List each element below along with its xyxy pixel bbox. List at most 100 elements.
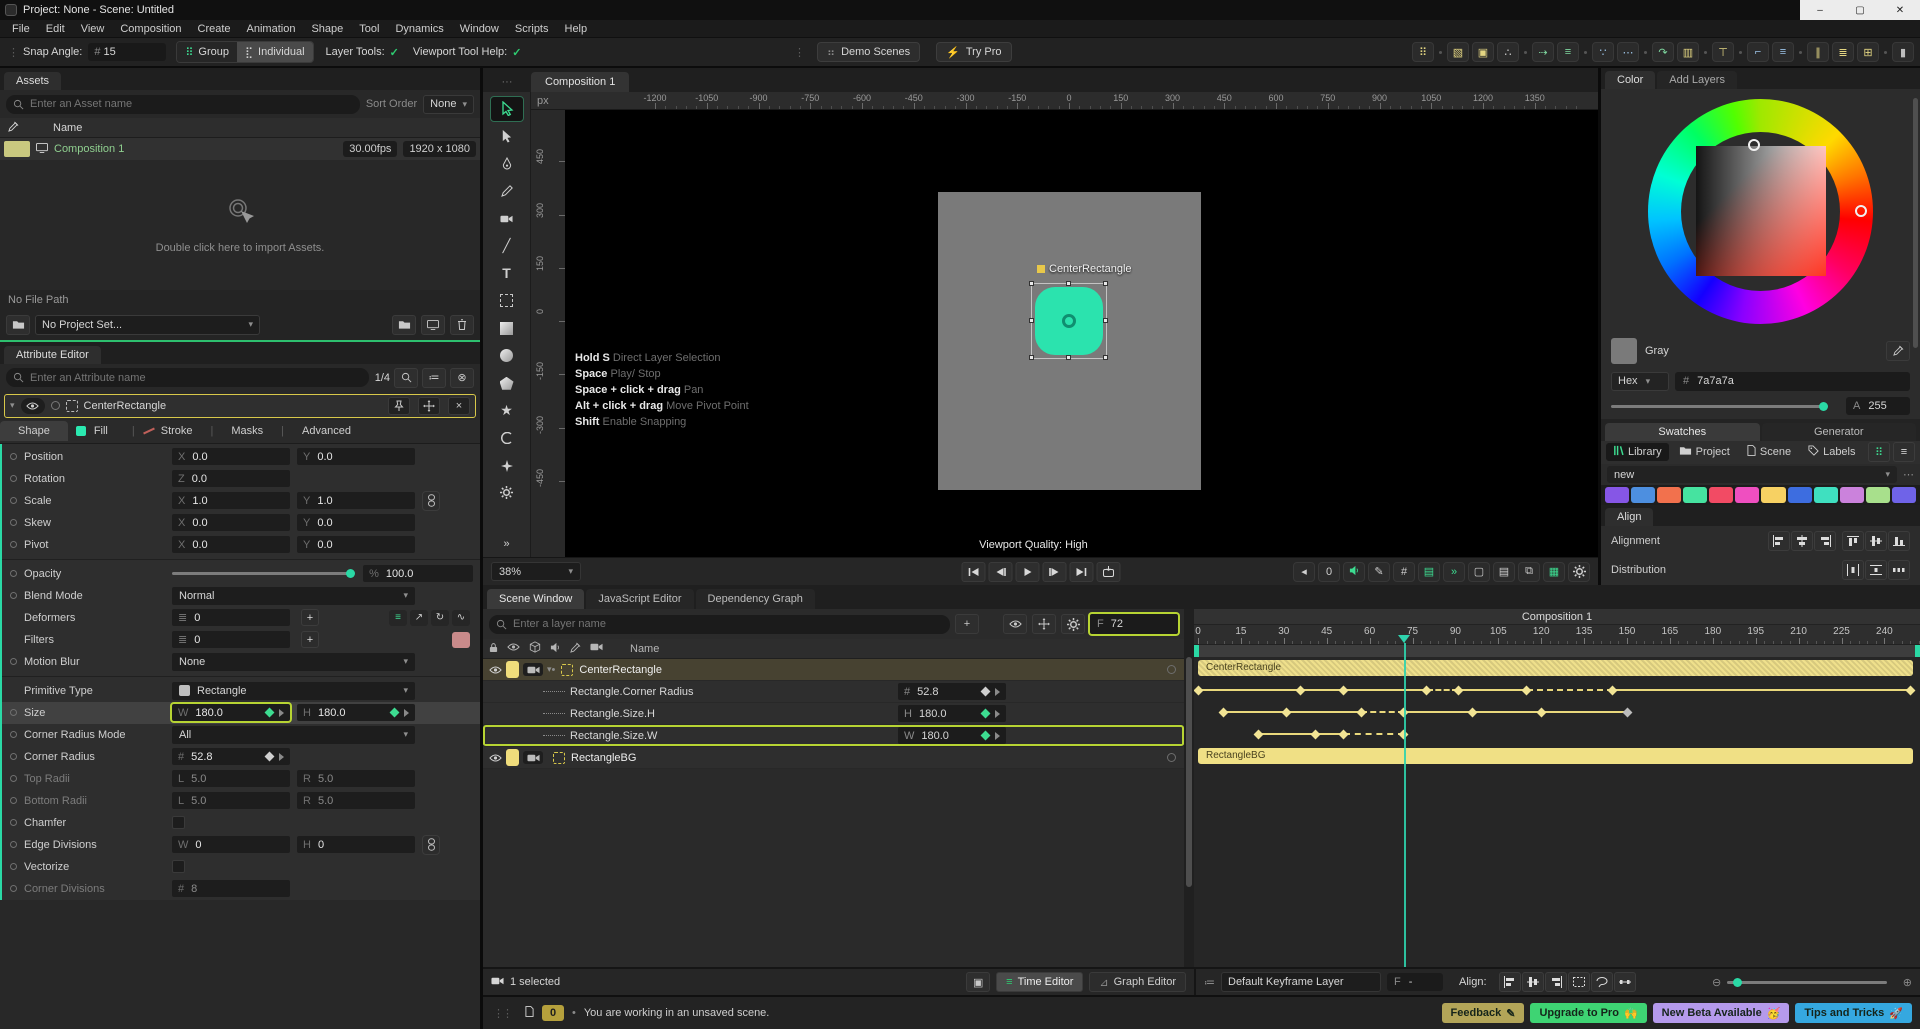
value-field[interactable]: % 100.0 (363, 565, 473, 582)
badge-tips-and-tricks[interactable]: Tips and Tricks 🚀 (1795, 1003, 1912, 1023)
keyframe-diamond[interactable] (1421, 685, 1432, 695)
palette-swatch-11[interactable] (1891, 487, 1916, 504)
keyframe-toggle-icon[interactable] (10, 731, 17, 738)
keyframe-diamond[interactable] (1536, 707, 1547, 717)
menu-dynamics[interactable]: Dynamics (387, 23, 451, 35)
timeline-tab-scene-window[interactable]: Scene Window (487, 589, 585, 609)
keyframe-toggle-icon[interactable] (10, 497, 17, 504)
ellipsis-icon[interactable]: ⋯ (1617, 42, 1639, 62)
align-middle-icon[interactable] (1521, 972, 1544, 992)
go-to-end-button[interactable] (1069, 561, 1093, 582)
menu-edit[interactable]: Edit (38, 23, 73, 35)
graph-editor-button[interactable]: ⊿ Graph Editor (1089, 972, 1186, 992)
layer-bar-rectanglebg[interactable]: RectangleBG (1198, 748, 1913, 764)
menu-create[interactable]: Create (190, 23, 239, 35)
keyframe-toggle-icon[interactable] (10, 592, 17, 599)
keyframe-toggle-icon[interactable] (10, 841, 17, 848)
particles-icon[interactable]: ∴ (1497, 42, 1519, 62)
asset-search-input[interactable] (6, 94, 360, 114)
distribute-v-icon[interactable] (1865, 560, 1887, 581)
align-center-h-icon[interactable] (1791, 531, 1813, 552)
frame-ruler[interactable]: 0 15 30 45 60 75 90 105 120 135 150 165 180 195 210 225… (1194, 625, 1920, 645)
selected-layer-header[interactable]: ▾ CenterRectangle × (4, 393, 476, 418)
library-tab-library[interactable]: Library (1606, 443, 1669, 462)
ellipse-tool[interactable] (490, 343, 524, 368)
keyframe-diamond[interactable] (1218, 707, 1229, 717)
value-field[interactable]: #8 (172, 880, 290, 897)
rotate-arc-icon[interactable]: ↷ (1652, 42, 1674, 62)
keyframe-diamond[interactable] (1521, 685, 1532, 695)
menu-tool[interactable]: Tool (351, 23, 387, 35)
folder-icon[interactable] (392, 314, 416, 335)
list-icon[interactable]: ≡ (389, 609, 407, 626)
viewport-canvas[interactable]: 450 300 150 0 -150 -300 -450 CenterRectangle H… (531, 110, 1598, 557)
dropdown-corner-radius-mode[interactable]: All ▾ (172, 725, 415, 744)
hierarchy-icon[interactable]: ∵ (1592, 42, 1614, 62)
wave-icon[interactable]: ∿ (452, 609, 470, 626)
generator-tab[interactable]: Generator (1761, 422, 1916, 441)
text-tool[interactable]: T (490, 261, 524, 286)
render-range-icon[interactable]: ▤ (1418, 561, 1440, 582)
filter-sliders-icon[interactable] (1061, 614, 1085, 634)
layer-target-circle[interactable] (1167, 665, 1176, 674)
align-left-icon[interactable] (1498, 972, 1521, 992)
t-pin-icon[interactable]: ⊤ (1712, 42, 1734, 62)
layer-stack-icon[interactable]: ▤ (1493, 561, 1515, 582)
playhead-line[interactable] (1403, 643, 1406, 967)
keyframe-tracks[interactable]: Composition 1 0 15 30 45 60 75 90 105 120 135 150 1… (1194, 609, 1920, 967)
value-field[interactable]: W0 (172, 836, 290, 853)
selection-handle[interactable] (1066, 355, 1071, 360)
badge-upgrade-to-pro[interactable]: Upgrade to Pro 🙌 (1530, 1003, 1647, 1023)
pen-tool[interactable] (490, 151, 524, 176)
eye-icon[interactable] (489, 665, 502, 675)
zoom-out-icon[interactable]: ⊖ (1712, 976, 1721, 989)
palette-swatch-3[interactable] (1683, 487, 1708, 504)
asset-color-swatch[interactable] (4, 141, 30, 157)
keyframe-toggle-icon[interactable] (10, 775, 17, 782)
slider-handle[interactable] (346, 569, 356, 578)
graph-icon[interactable]: ↗ (410, 609, 428, 626)
project-panel-icon[interactable] (6, 314, 30, 335)
layer-list-scrollbar[interactable] (1184, 609, 1194, 967)
close-button[interactable]: ✕ (1880, 0, 1920, 20)
layer-name[interactable]: RectangleBG (571, 752, 636, 764)
sparkle-tool[interactable] (490, 453, 524, 478)
close-icon[interactable]: × (448, 396, 470, 415)
value-field[interactable]: H 180.0 (297, 704, 415, 721)
attribute-tab-masks[interactable]: Masks (213, 421, 281, 441)
go-to-start-button[interactable] (961, 561, 985, 582)
palette-swatch-6[interactable] (1761, 487, 1786, 504)
menu-composition[interactable]: Composition (112, 23, 189, 35)
value-field[interactable]: L 5.0 (172, 770, 290, 787)
eyedropper-icon[interactable] (1886, 340, 1910, 361)
link-values-icon[interactable] (422, 834, 440, 855)
align-middle-icon[interactable] (1865, 531, 1887, 552)
layer-search-input[interactable] (489, 614, 950, 634)
selection-handle[interactable] (1029, 281, 1034, 286)
align-right-icon[interactable] (1544, 972, 1567, 992)
keyframe-toggle-icon[interactable] (10, 570, 17, 577)
grid-dots-icon[interactable]: ⠿ (1412, 42, 1434, 62)
eye-icon[interactable] (489, 753, 502, 763)
composition-viewport-tab[interactable]: Composition 1 (531, 72, 630, 92)
keyframe-next-icon[interactable] (995, 709, 1000, 718)
camera-back-icon[interactable]: ◂ (1293, 561, 1315, 582)
layer-row-centerrectangle[interactable]: ▾ • CenterRectangle (483, 659, 1184, 681)
alpha-slider[interactable] (1611, 401, 1828, 411)
keyframe-toggle-icon[interactable] (10, 453, 17, 460)
align-tab[interactable]: Align (1605, 508, 1654, 527)
assets-tab[interactable]: Assets (4, 72, 62, 90)
camera-toggle-icon[interactable] (523, 751, 543, 764)
library-tab-labels[interactable]: Labels (1801, 443, 1862, 461)
value-field[interactable]: R 5.0 (297, 770, 415, 787)
move-icon[interactable] (418, 396, 440, 415)
align-rows-icon[interactable]: ≡ (1772, 42, 1794, 62)
hue-handle[interactable] (1855, 204, 1867, 217)
palette-more-icon[interactable]: ⋯ (1903, 468, 1914, 481)
palette-swatch-2[interactable] (1657, 487, 1682, 504)
link-values-icon[interactable] (422, 490, 440, 511)
snap-angle-input[interactable]: # 15 (88, 43, 167, 61)
dropdown-primitive-type[interactable]: Rectangle ▾ (172, 681, 415, 700)
frame-counter[interactable]: 0 (1318, 561, 1340, 582)
layer-row-rectangle-size-h[interactable]: Rectangle.Size.H H 180.0 (483, 703, 1184, 725)
